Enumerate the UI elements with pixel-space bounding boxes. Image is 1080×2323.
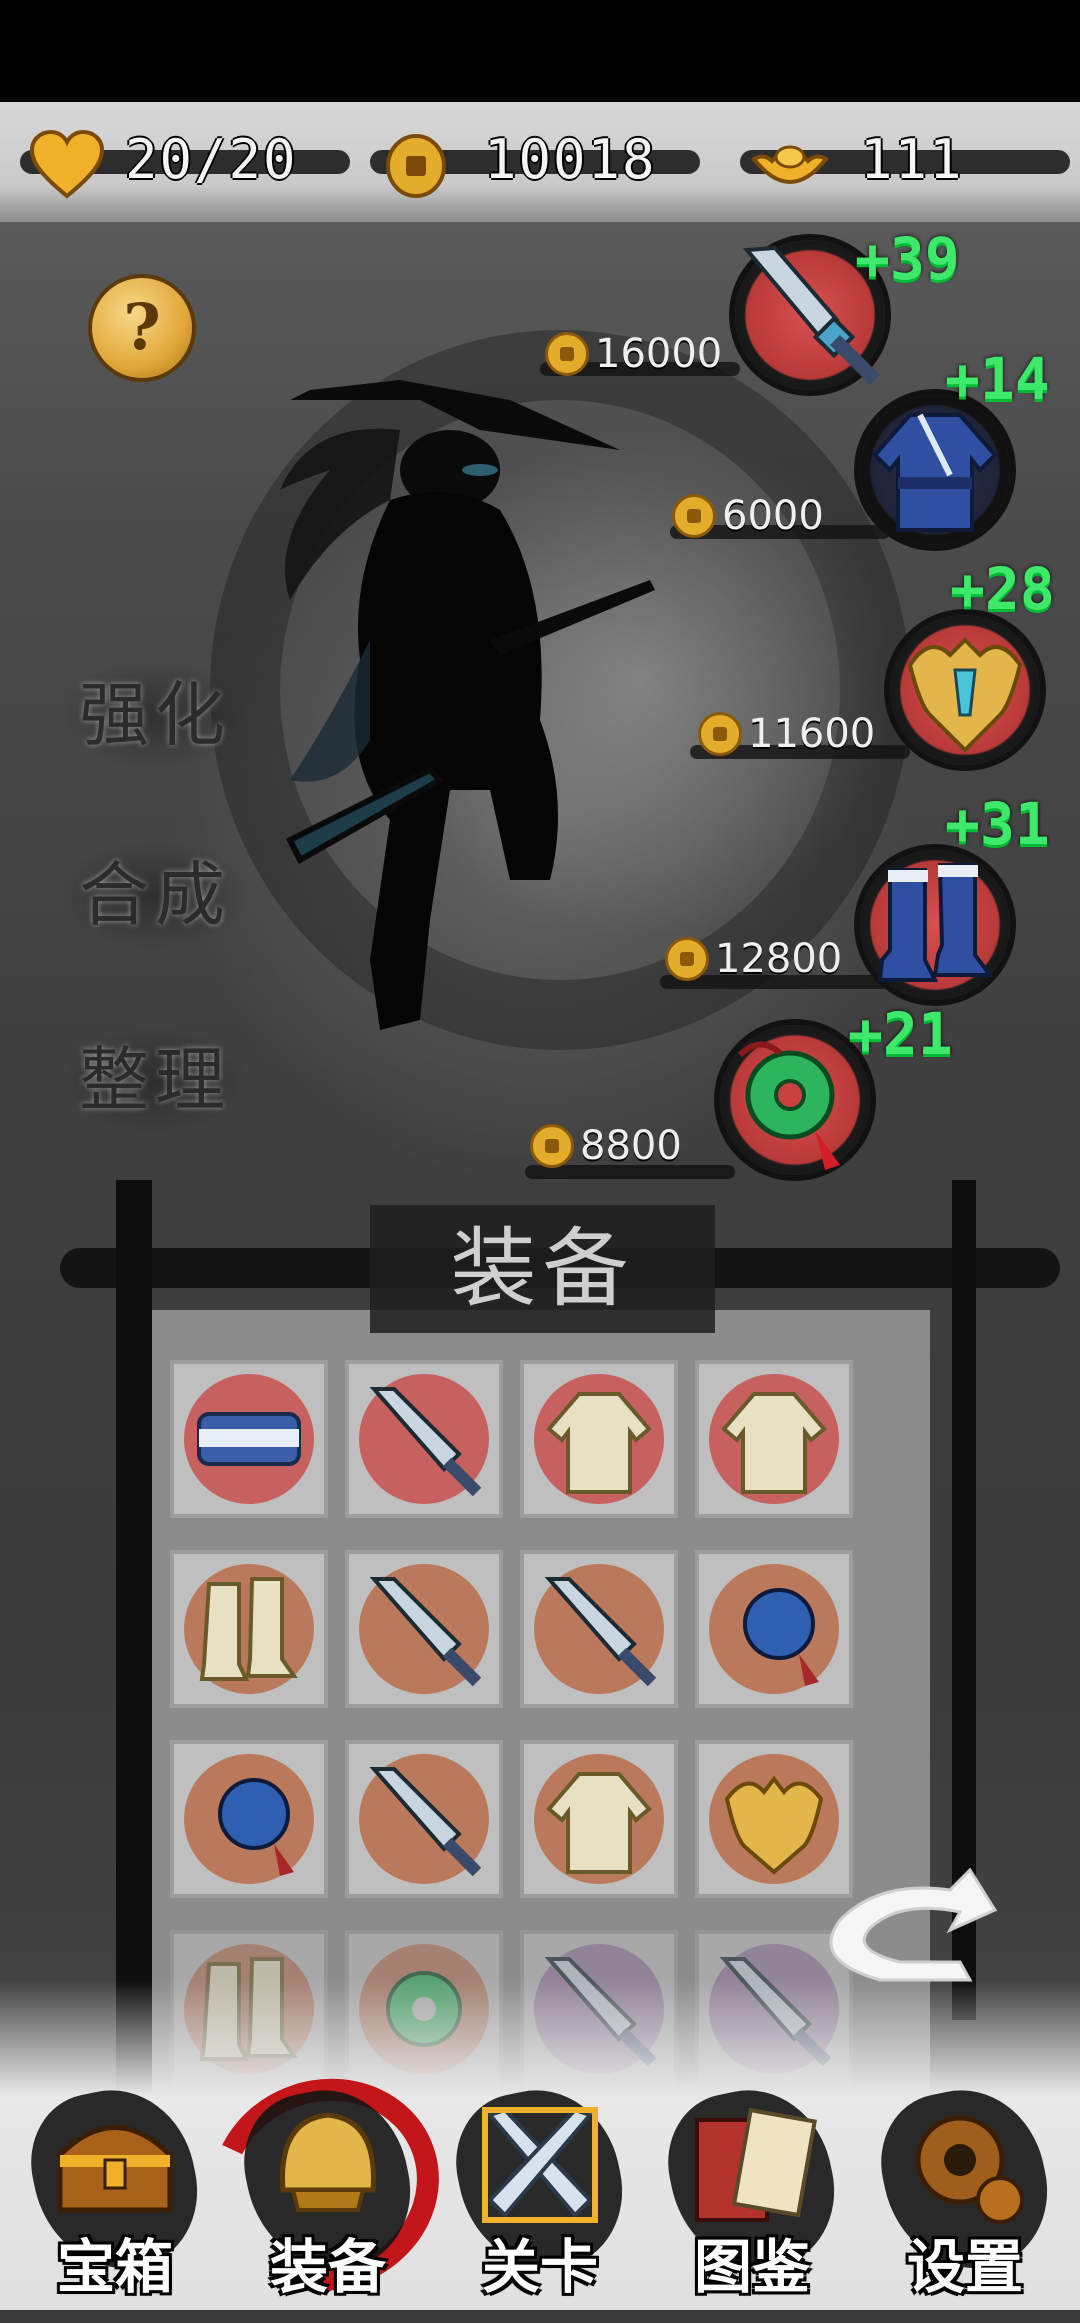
sword-icon: [369, 1387, 482, 1497]
gold-ingots-value: 111: [860, 128, 964, 191]
coin-icon: [672, 494, 716, 538]
boots-bonus: +31: [945, 790, 1050, 858]
nav-stages[interactable]: 关卡: [440, 2075, 640, 2310]
robe-icon: [721, 1392, 827, 1494]
nav-label: 设置: [906, 2233, 1023, 2301]
boots-price: 12800: [665, 935, 842, 983]
gear-icon: [915, 2115, 1024, 2224]
armor-price: 6000: [672, 492, 824, 540]
synthesize-button[interactable]: 合成: [60, 840, 250, 950]
nav-label: 装备: [269, 2233, 386, 2301]
ninja-character: [280, 380, 655, 1030]
gold-ingot-icon: [751, 145, 829, 184]
inventory-slot[interactable]: [170, 1360, 328, 1518]
inventory-slot[interactable]: [520, 1550, 678, 1708]
crossed-swords-icon: [482, 2107, 598, 2223]
inventory-slot[interactable]: [695, 1360, 853, 1518]
helmet-icon: [907, 637, 1023, 753]
inventory-slot[interactable]: [345, 1740, 503, 1898]
heart-icon: [30, 130, 104, 199]
weapon-bonus: +39: [855, 225, 960, 293]
coin-icon: [665, 937, 709, 981]
armor-slot[interactable]: [860, 395, 1010, 545]
inventory-slot[interactable]: [345, 1550, 503, 1708]
hearts-value: 20/20: [125, 128, 298, 191]
blue-pendant-icon: [218, 1778, 294, 1876]
helmet-icon: [280, 2112, 376, 2212]
inventory-slot[interactable]: [170, 1740, 328, 1898]
book-icon: [695, 2107, 817, 2222]
nav-treasure-chest[interactable]: 宝箱: [15, 2075, 215, 2310]
inventory-slot[interactable]: [345, 1360, 503, 1518]
boots-slot[interactable]: [860, 850, 1010, 1000]
treasure-chest-icon: [57, 2125, 173, 2213]
helmet-slot[interactable]: [890, 615, 1040, 765]
enhance-button[interactable]: 强化: [60, 660, 250, 770]
coin-icon: [698, 712, 742, 756]
coins-value: 10018: [484, 128, 657, 191]
boots-icon: [877, 863, 994, 982]
nav-equipment[interactable]: 装备: [228, 2075, 428, 2310]
help-icon: ?: [123, 290, 161, 365]
coin-icon: [386, 134, 446, 198]
inventory-slot[interactable]: [520, 1740, 678, 1898]
coin-icon: [545, 332, 589, 376]
robe-icon: [872, 413, 998, 532]
help-button[interactable]: ?: [92, 278, 192, 378]
armor-bonus: +14: [945, 345, 1050, 413]
coin-icon: [530, 1124, 574, 1168]
boots-icon: [199, 1577, 298, 1681]
inventory-slot[interactable]: [170, 1550, 328, 1708]
status-bar: [0, 0, 1080, 102]
inventory-slot[interactable]: [695, 1550, 853, 1708]
nav-label: 关卡: [481, 2233, 598, 2301]
sword-icon: [544, 1577, 657, 1687]
weapon-price: 16000: [545, 330, 722, 378]
inventory-title: 装备: [450, 1219, 635, 1319]
nav-label: 图鉴: [693, 2233, 810, 2301]
sword-icon: [369, 1767, 482, 1877]
robe-icon: [546, 1392, 652, 1494]
belt-icon: [197, 1412, 301, 1466]
nav-settings[interactable]: 设置: [865, 2075, 1065, 2310]
helmet-bonus: +28: [950, 555, 1055, 623]
robe-icon: [546, 1772, 652, 1874]
nav-label: 宝箱: [56, 2233, 173, 2301]
blue-pendant-icon: [743, 1588, 819, 1686]
accessory-price: 8800: [530, 1122, 682, 1170]
helmet-price: 11600: [698, 710, 875, 758]
nav-codex[interactable]: 图鉴: [652, 2075, 852, 2310]
organize-button[interactable]: 整理: [60, 1025, 250, 1135]
back-arrow-icon[interactable]: [820, 1850, 1000, 1990]
inventory-slot[interactable]: [520, 1360, 678, 1518]
sword-icon: [369, 1577, 482, 1687]
accessory-bonus: +21: [848, 1000, 953, 1068]
